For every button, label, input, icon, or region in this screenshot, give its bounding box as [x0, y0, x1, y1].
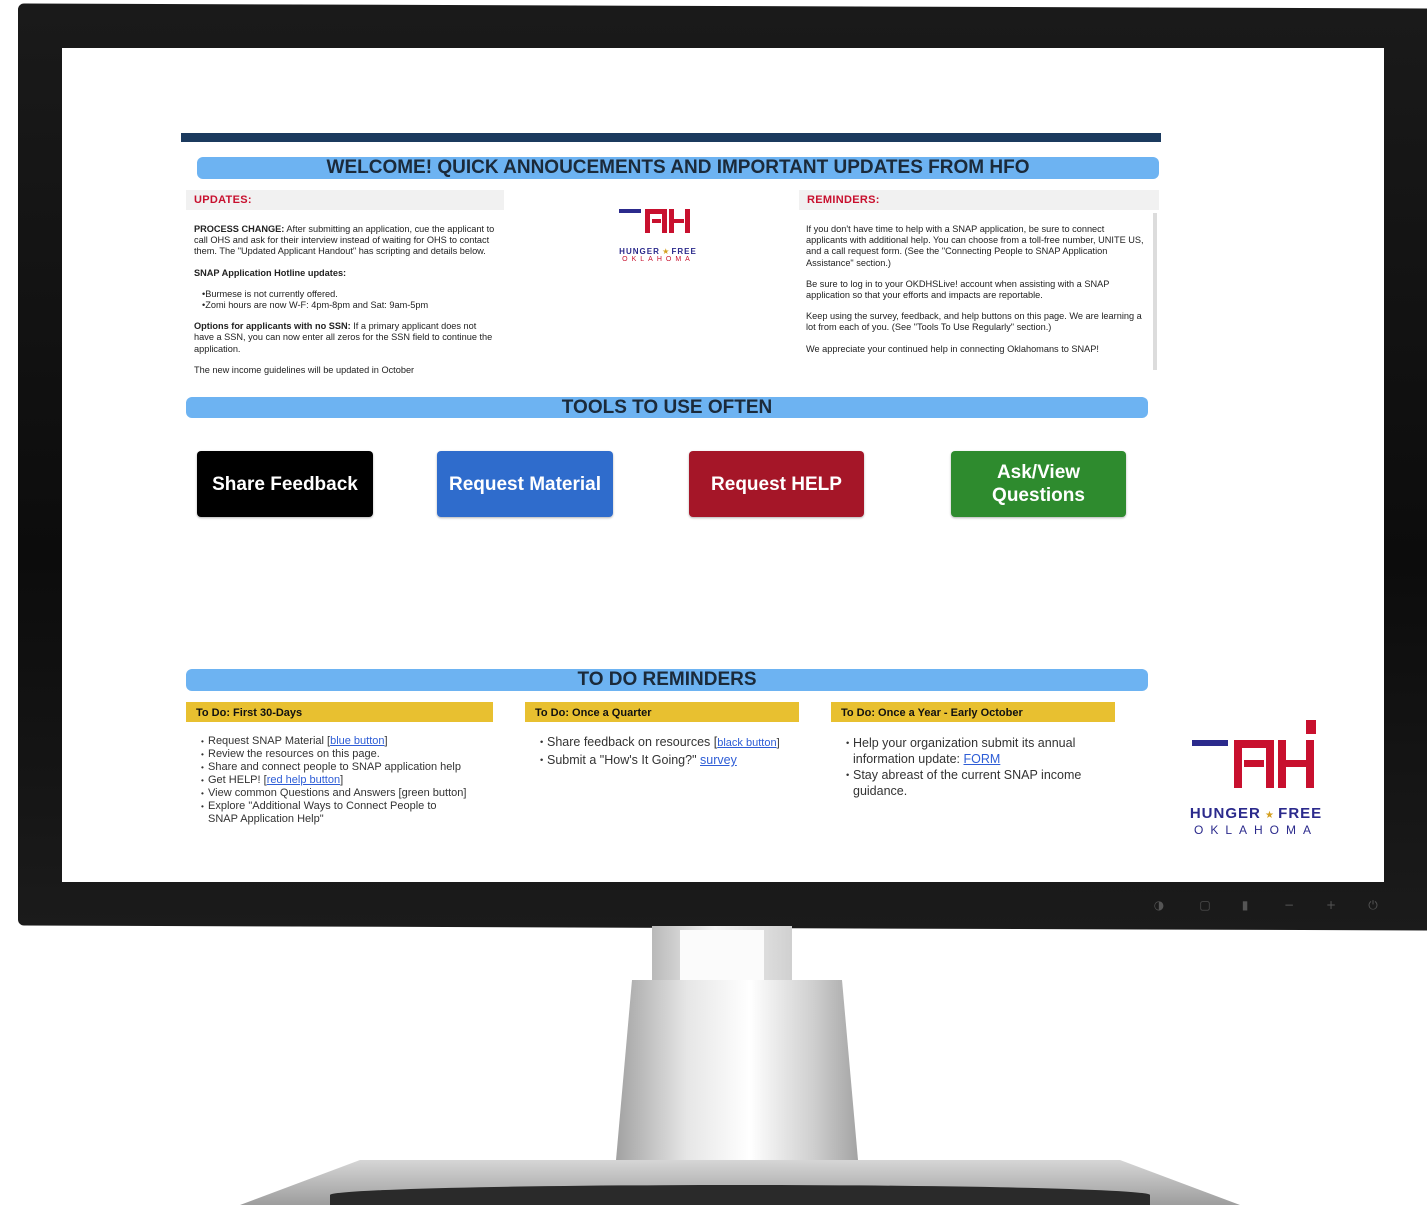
- hfo-logo-large-mark: [1192, 720, 1316, 788]
- no-ssn-paragraph: Options for applicants with no SSN: If a…: [194, 321, 493, 354]
- black-button-link[interactable]: black button: [717, 737, 776, 749]
- list-item: Explore "Additional Ways to Connect Peop…: [201, 800, 468, 826]
- reminder-paragraph: Be sure to log in to your OKDHSLive! acc…: [806, 278, 1110, 301]
- request-help-label: Request HELP: [711, 473, 842, 495]
- reminders-heading: REMINDERS:: [799, 190, 1159, 210]
- power-icon[interactable]: ⏻: [1366, 898, 1380, 912]
- list-item: Burmese is not currently offered.: [202, 289, 496, 300]
- todo-first-30-days-heading: To Do: First 30-Days: [186, 702, 493, 722]
- list-item: View common Questions and Answers [green…: [201, 787, 501, 800]
- todo-first-30-days-list: Request SNAP Material [blue button] Revi…: [201, 735, 501, 826]
- hfo-logo-large-wordmark: HUNGER ★ FREE: [1189, 805, 1323, 822]
- ask-view-questions-button[interactable]: Ask/View Questions: [951, 451, 1126, 517]
- process-change-paragraph: PROCESS CHANGE: After submitting an appl…: [194, 224, 495, 257]
- minus-icon[interactable]: −: [1282, 898, 1296, 912]
- top-rule: [181, 133, 1161, 142]
- ask-view-questions-label-2: Questions: [992, 485, 1085, 506]
- list-item: Review the resources on this page.: [201, 748, 501, 761]
- list-item: Share and connect people to SNAP applica…: [201, 761, 501, 774]
- hotline-list: Burmese is not currently offered. Zomi h…: [194, 289, 496, 311]
- todo-quarter-heading: To Do: Once a Quarter: [525, 702, 799, 722]
- brightness-icon[interactable]: ◑: [1152, 898, 1166, 912]
- menu-icon[interactable]: ▮: [1238, 898, 1252, 912]
- hfo-logo: HUNGER ★ FREE OKLAHOMA: [612, 204, 704, 266]
- hfo-logo-wordmark: HUNGER ★ FREE: [619, 247, 697, 256]
- hfo-logo-sub: OKLAHOMA: [622, 256, 694, 263]
- reminders-heading-text: REMINDERS:: [807, 194, 880, 206]
- form-link[interactable]: FORM: [964, 752, 1001, 766]
- share-feedback-button[interactable]: Share Feedback: [197, 451, 373, 517]
- share-feedback-label: Share Feedback: [212, 473, 358, 495]
- welcome-banner-text: WELCOME! QUICK ANNOUCEMENTS AND IMPORTAN…: [326, 157, 1030, 178]
- hfo-logo-large: HUNGER ★ FREE OKLAHOMA: [1182, 716, 1330, 838]
- hfo-logo-mark: [619, 209, 690, 233]
- reminders-content[interactable]: If you don't have time to help with a SN…: [806, 224, 1146, 370]
- monitor-base-shadow: [330, 1185, 1150, 1205]
- tools-banner: TOOLS TO USE OFTEN: [186, 397, 1148, 418]
- updates-heading-text: UPDATES:: [194, 194, 252, 206]
- updates-content[interactable]: PROCESS CHANGE: After submitting an appl…: [194, 224, 496, 384]
- reminder-paragraph: If you don't have time to help with a SN…: [806, 224, 1144, 268]
- welcome-banner: WELCOME! QUICK ANNOUCEMENTS AND IMPORTAN…: [197, 157, 1159, 179]
- reminder-paragraph: We appreciate your continued help in con…: [806, 343, 1099, 354]
- monitor-controls: ◑ ▢ ▮ − + ⏻: [1150, 898, 1390, 916]
- todo-banner: TO DO REMINDERS: [186, 669, 1148, 691]
- list-item: Help your organization submit its annual…: [846, 735, 1108, 767]
- todo-yearly-list: Help your organization submit its annual…: [846, 735, 1108, 799]
- list-item: Submit a "How's It Going?" survey: [540, 753, 780, 768]
- list-item: Request SNAP Material [blue button]: [201, 735, 501, 748]
- hfo-logo-large-sub: OKLAHOMA: [1193, 823, 1318, 837]
- todo-banner-text: TO DO REMINDERS: [577, 669, 757, 690]
- input-icon[interactable]: ▢: [1198, 898, 1212, 912]
- red-help-button-link[interactable]: red help button: [267, 774, 340, 786]
- hotline-heading: SNAP Application Hotline updates:: [194, 267, 347, 278]
- star-icon: ★: [662, 247, 670, 256]
- list-item: Zomi hours are now W-F: 4pm-8pm and Sat:…: [202, 300, 496, 311]
- request-help-button[interactable]: Request HELP: [689, 451, 864, 517]
- tools-banner-text: TOOLS TO USE OFTEN: [561, 397, 773, 418]
- income-guidelines-paragraph: The new income guidelines will be update…: [194, 364, 415, 375]
- blue-button-link[interactable]: blue button: [330, 735, 384, 747]
- star-icon: ★: [1265, 810, 1274, 821]
- plus-icon[interactable]: +: [1324, 898, 1338, 912]
- todo-yearly-heading: To Do: Once a Year - Early October: [831, 702, 1115, 722]
- reminder-paragraph: Keep using the survey, feedback, and hel…: [806, 311, 1142, 333]
- request-material-button[interactable]: Request Material: [437, 451, 613, 517]
- ask-view-questions-label-1: Ask/View: [996, 462, 1081, 483]
- survey-link[interactable]: survey: [700, 753, 737, 767]
- list-item: Get HELP! [red help button]: [201, 774, 501, 787]
- list-item: Stay abreast of the current SNAP income …: [846, 767, 1108, 799]
- todo-quarter-list: Share feedback on resources [black butto…: [540, 735, 780, 768]
- request-material-label: Request Material: [448, 473, 602, 495]
- updates-heading: UPDATES:: [186, 190, 504, 210]
- reminders-scrollbar[interactable]: [1153, 213, 1157, 370]
- list-item: Share feedback on resources [black butto…: [540, 735, 780, 751]
